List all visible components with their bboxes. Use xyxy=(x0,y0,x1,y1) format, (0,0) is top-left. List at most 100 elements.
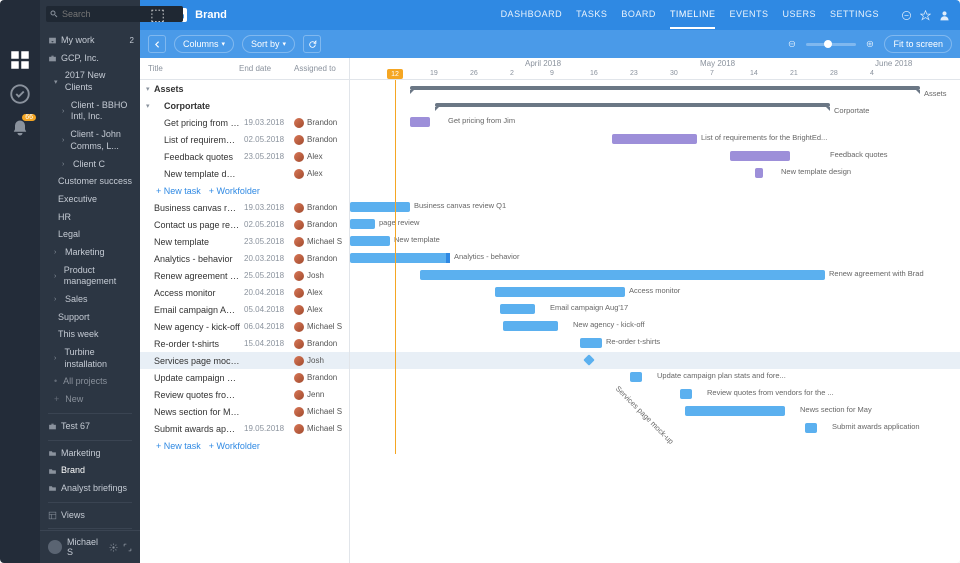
task-row[interactable]: Services page mock-upJosh xyxy=(140,352,349,369)
gantt-bar[interactable]: Email campaign Aug'17 xyxy=(500,304,535,314)
gantt-bar[interactable]: List of requirements for the BrightEd... xyxy=(612,134,697,144)
task-row[interactable]: Business canvas review Q119.03.2018Brand… xyxy=(140,199,349,216)
tab-settings[interactable]: SETTINGS xyxy=(830,1,879,29)
gantt-row[interactable]: New template design xyxy=(350,165,960,182)
gantt-bar[interactable]: Business canvas review Q1 xyxy=(350,202,410,212)
gantt-row[interactable]: Corportate xyxy=(350,97,960,114)
task-row[interactable]: Access monitor20.04.2018Alex xyxy=(140,284,349,301)
sidebar-item[interactable]: •All projects xyxy=(40,373,140,391)
zoom-in-button[interactable] xyxy=(861,35,879,53)
gantt-bar[interactable]: Analytics - behavior xyxy=(350,253,450,263)
new-workfolder-link[interactable]: + Workfolder xyxy=(209,186,260,196)
add-task-row[interactable]: + New task + Workfolder xyxy=(140,437,349,454)
col-end-header[interactable]: End date xyxy=(239,64,294,73)
gear-icon[interactable] xyxy=(109,543,118,552)
gantt-row[interactable]: Submit awards application xyxy=(350,420,960,437)
refresh-button[interactable] xyxy=(303,35,321,53)
sidebar-item[interactable]: Executive xyxy=(40,191,140,209)
gantt-row[interactable]: Feedback quotes xyxy=(350,148,960,165)
gantt-bar[interactable]: Services page mock-up xyxy=(583,354,594,365)
gantt-bar[interactable]: Review quotes from vendors for the ... xyxy=(680,389,692,399)
task-row[interactable]: Email campaign Aug'1705.04.2018Alex xyxy=(140,301,349,318)
gantt-bar[interactable]: Feedback quotes xyxy=(730,151,790,161)
task-row[interactable]: Contact us page review02.05.2018Brandon xyxy=(140,216,349,233)
up-button[interactable]: ⬚ xyxy=(150,5,165,25)
sidebar-item[interactable]: ›Client - BBHO Intl, Inc. xyxy=(40,97,140,126)
task-row[interactable]: ▾Assets xyxy=(140,80,349,97)
gantt-bar[interactable]: New agency - kick-off xyxy=(503,321,558,331)
sidebar-item[interactable]: This week xyxy=(40,326,140,344)
sidebar-item[interactable]: HR xyxy=(40,209,140,227)
sidebar-item[interactable]: Legal xyxy=(40,226,140,244)
task-row[interactable]: ▾Corportate xyxy=(140,97,349,114)
user-row[interactable]: Michael S xyxy=(40,530,140,563)
sidebar-item[interactable]: GCP, Inc. xyxy=(40,50,140,68)
gantt-row[interactable]: Get pricing from Jim xyxy=(350,114,960,131)
sidebar-item[interactable]: ›Marketing xyxy=(40,244,140,262)
gantt-row[interactable]: Services page mock-up xyxy=(350,352,960,369)
bell-icon[interactable] xyxy=(10,118,30,138)
gantt-bar[interactable]: Submit awards application xyxy=(805,423,817,433)
gantt-row[interactable]: Business canvas review Q1 xyxy=(350,199,960,216)
gantt-row[interactable] xyxy=(350,437,960,454)
new-task-link[interactable]: + New task xyxy=(156,441,201,451)
sidebar-item[interactable]: ›Sales xyxy=(40,291,140,309)
dash-icon[interactable] xyxy=(901,10,912,21)
tab-board[interactable]: BOARD xyxy=(621,1,656,29)
gantt-bar[interactable]: New template design xyxy=(755,168,763,178)
sidebar-item[interactable]: Test 67 xyxy=(40,418,140,436)
expand-icon[interactable] xyxy=(123,543,132,552)
sidebar-item[interactable]: My work2 xyxy=(40,32,140,50)
zoom-slider[interactable] xyxy=(806,43,856,46)
sidebar-item[interactable]: Customer success xyxy=(40,173,140,191)
task-row[interactable]: Re-order t-shirts15.04.2018Brandon xyxy=(140,335,349,352)
task-row[interactable]: Submit awards application19.05.2018Micha… xyxy=(140,420,349,437)
sidebar-item[interactable]: ›Client - John Comms, L... xyxy=(40,126,140,155)
new-workfolder-link[interactable]: + Workfolder xyxy=(209,441,260,451)
task-row[interactable]: Update campaign plan stats and for...Bra… xyxy=(140,369,349,386)
gantt-bar[interactable]: Get pricing from Jim xyxy=(410,117,430,127)
gantt-bar[interactable]: Renew agreement with Brad xyxy=(420,270,825,280)
tab-events[interactable]: EVENTS xyxy=(729,1,768,29)
gantt-row[interactable] xyxy=(350,182,960,199)
task-row[interactable]: News section for MayMichael S xyxy=(140,403,349,420)
gantt-row[interactable]: Analytics - behavior xyxy=(350,250,960,267)
sidebar-item[interactable]: Brand xyxy=(40,462,140,480)
gantt-row[interactable]: List of requirements for the BrightEd... xyxy=(350,131,960,148)
sortby-dropdown[interactable]: Sort by▾ xyxy=(242,35,295,53)
task-row[interactable]: List of requirements for the Brig...02.0… xyxy=(140,131,349,148)
sidebar-item[interactable]: +New xyxy=(40,391,140,409)
sidebar-item[interactable]: Marketing xyxy=(40,445,140,463)
gantt-bar[interactable]: page review xyxy=(350,219,375,229)
person-icon[interactable] xyxy=(939,10,950,21)
task-row[interactable]: Get pricing from Jim19.03.2018Brandon xyxy=(140,114,349,131)
check-circle-icon[interactable] xyxy=(10,84,30,104)
gantt-bar[interactable]: News section for May xyxy=(685,406,785,416)
gantt-row[interactable]: Renew agreement with Brad xyxy=(350,267,960,284)
back-button[interactable] xyxy=(148,35,166,53)
task-row[interactable]: New template designAlex xyxy=(140,165,349,182)
gantt-row[interactable]: page review xyxy=(350,216,960,233)
tab-dashboard[interactable]: DASHBOARD xyxy=(501,1,563,29)
gantt-bar[interactable]: Update campaign plan stats and fore... xyxy=(630,372,642,382)
gantt-bar[interactable]: Re-order t-shirts xyxy=(580,338,602,348)
gantt-row[interactable]: Update campaign plan stats and fore... xyxy=(350,369,960,386)
task-row[interactable]: Feedback quotes23.05.2018Alex xyxy=(140,148,349,165)
tab-timeline[interactable]: TIMELINE xyxy=(670,1,716,29)
gantt-row[interactable]: News section for May xyxy=(350,403,960,420)
task-row[interactable]: Renew agreement with Brad25.05.2018Josh xyxy=(140,267,349,284)
gantt-row[interactable]: Assets xyxy=(350,80,960,97)
gantt-row[interactable]: Re-order t-shirts xyxy=(350,335,960,352)
sidebar-item[interactable]: Analyst briefings xyxy=(40,480,140,498)
col-assigned-header[interactable]: Assigned to xyxy=(294,64,349,73)
sidebar-item[interactable]: ›Turbine installation xyxy=(40,344,140,373)
gantt-row[interactable]: Email campaign Aug'17 xyxy=(350,301,960,318)
gantt-bar[interactable]: Corportate xyxy=(435,103,830,107)
sidebar-item[interactable]: ▾2017 New Clients xyxy=(40,67,140,96)
task-row[interactable]: Review quotes from vendors for the ...Je… xyxy=(140,386,349,403)
add-task-row[interactable]: + New task+ Workfolder xyxy=(140,182,349,199)
gantt-bar[interactable]: Assets xyxy=(410,86,920,90)
col-title-header[interactable]: Title xyxy=(140,64,239,73)
sidebar-item[interactable]: Views xyxy=(40,507,140,525)
sidebar-item[interactable]: Support xyxy=(40,309,140,327)
